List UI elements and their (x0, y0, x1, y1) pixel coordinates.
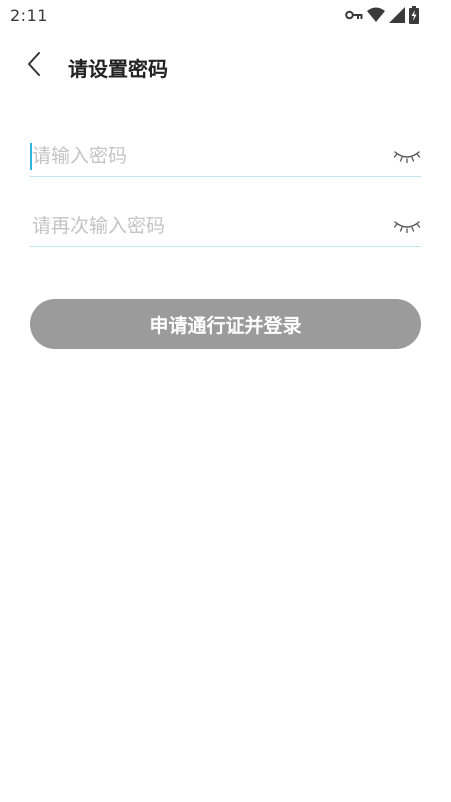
cell-signal-icon (389, 7, 405, 23)
eye-closed-icon[interactable] (393, 218, 421, 234)
header: 请设置密码 (0, 42, 451, 90)
status-bar: 2:11 (0, 0, 451, 32)
status-time: 2:11 (10, 6, 48, 25)
key-icon (345, 9, 363, 21)
status-icons (345, 6, 419, 24)
confirm-password-field (30, 202, 421, 247)
apply-pass-and-login-button[interactable]: 申请通行证并登录 (30, 299, 421, 349)
page-title: 请设置密码 (68, 57, 168, 81)
battery-charging-icon (409, 6, 419, 24)
confirm-password-input[interactable] (30, 210, 382, 242)
wifi-icon (367, 7, 385, 23)
password-field (30, 132, 421, 177)
eye-closed-icon[interactable] (393, 148, 421, 164)
submit-button-label: 申请通行证并登录 (149, 314, 302, 337)
chevron-left-icon (26, 51, 42, 81)
back-button[interactable] (18, 50, 50, 82)
password-input[interactable] (30, 140, 382, 172)
